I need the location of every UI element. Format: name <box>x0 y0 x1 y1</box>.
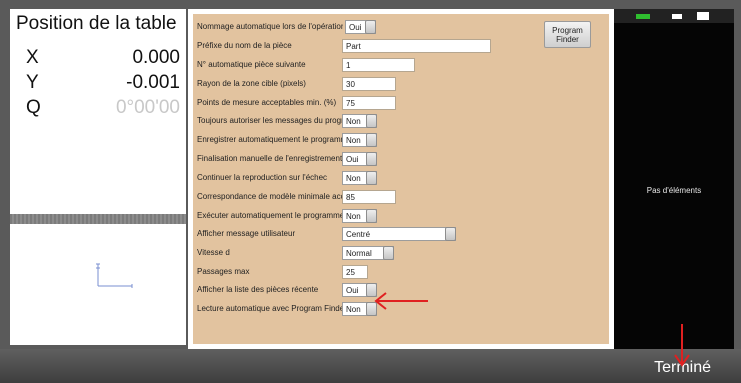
panel-splitter[interactable] <box>10 214 186 224</box>
setting-label: Rayon de la zone cible (pixels) <box>197 79 306 88</box>
setting-row-user-message: Afficher message utilisateur Centré <box>193 226 609 242</box>
feature-list-panel: Pas d'éléments <box>614 23 734 349</box>
axis-label-x: X <box>26 47 39 68</box>
part-prefix-input[interactable]: Part <box>342 39 491 53</box>
chevron-down-icon <box>365 20 376 34</box>
setting-label: N° automatique pièce suivante <box>197 60 306 69</box>
auto-run-select[interactable]: Non <box>342 209 377 223</box>
user-message-select[interactable]: Centré <box>342 227 456 241</box>
setting-label: Vitesse d <box>197 248 230 257</box>
minimize-icon[interactable] <box>672 14 682 19</box>
setting-row-manual-finalize: Finalisation manuelle de l'enregistremen… <box>193 151 609 167</box>
empty-list-message: Pas d'éléments <box>646 186 702 195</box>
setting-row-speed: Vitesse d Normal <box>193 245 609 261</box>
manual-finalize-select[interactable]: Oui <box>342 152 377 166</box>
setting-label: Correspondance de modèle minimale accept… <box>197 192 343 201</box>
select-value: Non <box>346 212 361 221</box>
setting-row-next-part-number: N° automatique pièce suivante 1 <box>193 57 609 73</box>
dro-row-q: Q 0°00'00 <box>10 97 186 121</box>
setting-label: Nommage automatique lors de l'opération … <box>197 22 343 31</box>
max-passes-input[interactable]: 25 <box>342 265 368 279</box>
setting-label: Toujours autoriser les messages du progr… <box>197 116 343 125</box>
chevron-down-icon <box>366 171 377 185</box>
chevron-down-icon <box>366 133 377 147</box>
setting-label: Points de mesure acceptables min. (%) <box>197 98 337 107</box>
dro-row-x: X 0.000 <box>10 47 186 71</box>
setting-row-min-points: Points de mesure acceptables min. (%) 75 <box>193 95 609 111</box>
select-value: Oui <box>349 23 362 32</box>
setting-label: Exécuter automatiquement le programme lo… <box>197 211 343 220</box>
setting-label: Enregistrer automatiquement le programme… <box>197 135 343 144</box>
axis-value-y: -0.001 <box>126 72 180 93</box>
dro-row-y: Y -0.001 <box>10 72 186 96</box>
axes-icon <box>96 263 133 288</box>
setting-row-auto-run: Exécuter automatiquement le programme lo… <box>193 208 609 224</box>
next-part-number-input[interactable]: 1 <box>342 58 415 72</box>
setting-row-min-match: Correspondance de modèle minimale accept… <box>193 189 609 205</box>
setting-row-max-passes: Passages max 25 <box>193 264 609 280</box>
part-view[interactable] <box>10 224 186 345</box>
chevron-down-icon <box>383 246 394 260</box>
select-value: Non <box>346 136 361 145</box>
position-readout-panel: Position de la table X 0.000 Y -0.001 Q … <box>10 9 186 214</box>
continue-on-fail-select[interactable]: Non <box>342 171 377 185</box>
min-match-input[interactable]: 85 <box>342 190 396 204</box>
auto-save-select[interactable]: Non <box>342 133 377 147</box>
setting-row-target-radius: Rayon de la zone cible (pixels) 30 <box>193 76 609 92</box>
target-radius-input[interactable]: 30 <box>342 77 396 91</box>
select-value: Normal <box>346 249 372 258</box>
chevron-down-icon <box>445 227 456 241</box>
allow-messages-select[interactable]: Non <box>342 114 377 128</box>
axis-label-y: Y <box>26 72 39 93</box>
position-title: Position de la table <box>16 13 177 34</box>
axis-label-q: Q <box>26 97 41 118</box>
setting-label: Préfixe du nom de la pièce <box>197 41 292 50</box>
select-value: Non <box>346 305 361 314</box>
chevron-down-icon <box>366 152 377 166</box>
axis-value-x: 0.000 <box>132 47 180 68</box>
setting-row-allow-messages: Toujours autoriser les messages du progr… <box>193 113 609 129</box>
annotation-arrow-down-icon <box>674 324 690 367</box>
chevron-down-icon <box>366 114 377 128</box>
speed-select[interactable]: Normal <box>342 246 394 260</box>
select-value: Oui <box>346 155 359 164</box>
window-controls-bar <box>614 9 734 23</box>
annotation-arrow-left-icon <box>374 292 428 310</box>
setting-label: Finalisation manuelle de l'enregistremen… <box>197 154 343 163</box>
select-value: Non <box>346 174 361 183</box>
app-window: Position de la table X 0.000 Y -0.001 Q … <box>0 0 741 383</box>
select-value: Oui <box>346 286 359 295</box>
setting-row-auto-save: Enregistrer automatiquement le programme… <box>193 132 609 148</box>
bottom-toolbar: Terminé <box>0 349 741 383</box>
program-finder-label-line1: Program <box>552 26 583 35</box>
setting-label: Passages max <box>197 267 250 276</box>
min-points-input[interactable]: 75 <box>342 96 396 110</box>
status-indicator-icon <box>636 14 650 19</box>
setting-row-part-prefix: Préfixe du nom de la pièce Part <box>193 38 609 54</box>
setting-row-continue-on-fail: Continuer la reproduction sur l'échec No… <box>193 170 609 186</box>
axis-value-q: 0°00'00 <box>115 97 180 118</box>
chevron-down-icon <box>366 209 377 223</box>
auto-naming-select[interactable]: Oui <box>345 20 376 34</box>
setting-label: Continuer la reproduction sur l'échec <box>197 173 328 182</box>
setting-label: Afficher la liste des pièces récente <box>197 285 319 294</box>
select-value: Centré <box>346 230 371 239</box>
maximize-icon[interactable] <box>697 12 709 20</box>
select-value: Non <box>346 117 361 126</box>
setting-label: Afficher message utilisateur <box>197 229 296 238</box>
